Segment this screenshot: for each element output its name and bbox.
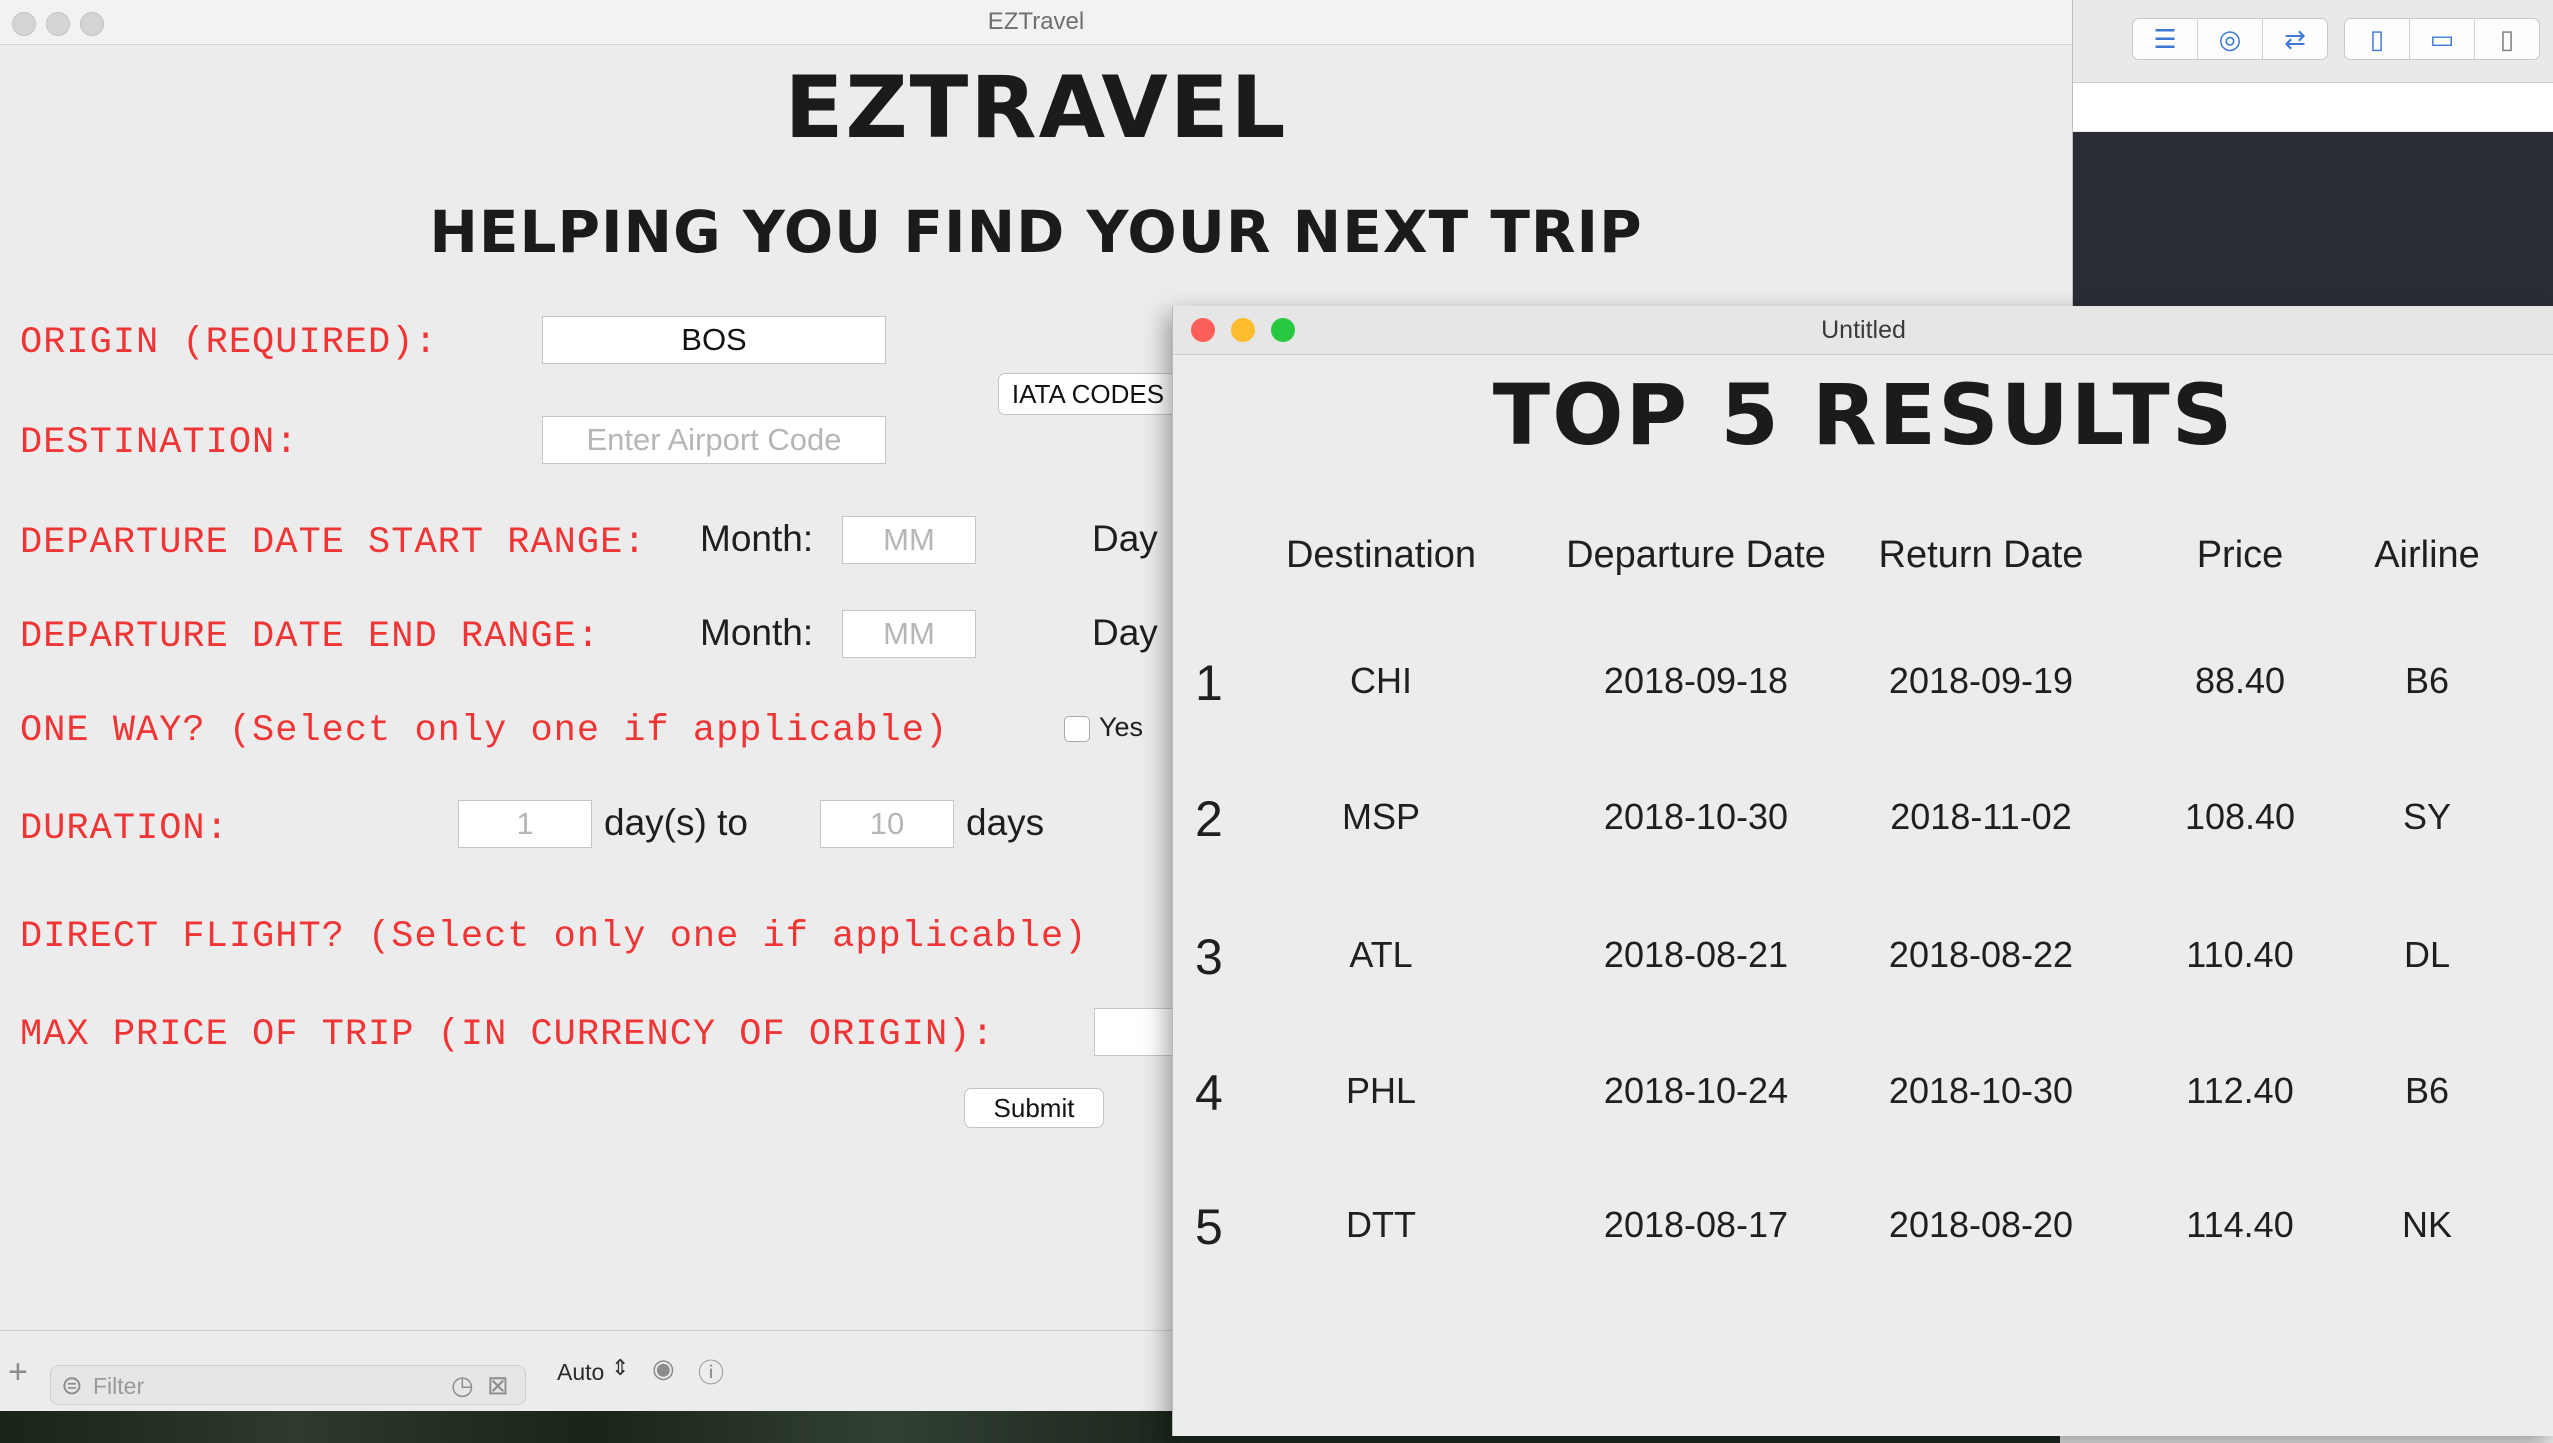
one-way-yes-checkbox[interactable] (1064, 716, 1090, 742)
start-month-input[interactable]: MM (842, 516, 976, 564)
result-departure: 2018-10-30 (1603, 796, 1789, 837)
result-rank: 2 (1195, 791, 1223, 847)
result-return: 2018-08-20 (1888, 1204, 2074, 1245)
stepper-icon[interactable]: ⇕ (611, 1355, 629, 1381)
origin-label: ORIGIN (REQUIRED): (20, 322, 438, 364)
main-titlebar: EZTravel (0, 0, 2072, 45)
end-day-label: Day (1092, 612, 1158, 653)
filter-icon: ⊜ (61, 1370, 83, 1400)
filter-field[interactable]: ⊜ Filter ◷ ⊠ (50, 1365, 526, 1405)
editor-toolbar: ☰ ◎ ⇄ ▯ ▭ ▯ (2060, 0, 2553, 83)
column-header-destination: Destination (1285, 534, 1477, 576)
column-header-airline: Airline (2374, 534, 2480, 576)
results-window: Untitled Top 5 Results Destination Depar… (1172, 306, 2553, 1436)
result-departure: 2018-08-17 (1603, 1204, 1789, 1245)
one-way-yes-label: Yes (1099, 712, 1144, 742)
text-align-icon[interactable]: ☰ (2133, 19, 2198, 59)
end-month-input[interactable]: MM (842, 610, 976, 658)
app-heading: EZTravel (784, 58, 1288, 158)
column-header-return: Return Date (1878, 534, 2084, 576)
duration-max-input[interactable]: 10 (820, 800, 954, 848)
destination-label: DESTINATION: (20, 422, 299, 464)
direct-flight-label: DIRECT FLIGHT? (Select only one if appli… (20, 916, 1088, 958)
one-way-label: ONE WAY? (Select only one if applicable) (20, 710, 949, 752)
result-airline: B6 (2404, 660, 2450, 701)
result-rank: 4 (1195, 1065, 1223, 1121)
result-departure: 2018-10-24 (1603, 1070, 1789, 1111)
editor-tabbar (2060, 83, 2553, 131)
duration-min-input[interactable]: 1 (458, 800, 592, 848)
duration-mid-label: day(s) to (604, 802, 748, 843)
result-airline: SY (2402, 796, 2452, 837)
result-rank: 3 (1195, 929, 1223, 985)
result-airline: NK (2401, 1204, 2452, 1245)
results-heading: Top 5 Results (1492, 366, 2235, 464)
result-price: 110.40 (2186, 934, 2294, 975)
result-rank: 5 (1195, 1199, 1223, 1255)
desktop-wallpaper (0, 1410, 1180, 1443)
result-departure: 2018-09-18 (1603, 660, 1789, 701)
clock-icon[interactable]: ◷ (451, 1370, 474, 1401)
right-panel-icon[interactable]: ▯ (2475, 19, 2539, 59)
end-month-label: Month: (700, 612, 814, 653)
swap-arrows-icon[interactable]: ⇄ (2263, 19, 2327, 59)
result-destination: CHI (1350, 660, 1412, 701)
bottom-panel-icon[interactable]: ▭ (2410, 19, 2475, 59)
result-airline: B6 (2404, 1070, 2450, 1111)
left-panel-icon[interactable]: ▯ (2345, 19, 2410, 59)
result-return: 2018-10-30 (1888, 1070, 2074, 1111)
editor-code-area (2060, 132, 2553, 307)
add-icon[interactable]: + (8, 1353, 28, 1392)
column-header-price: Price (2196, 534, 2284, 576)
result-return: 2018-09-19 (1888, 660, 2074, 701)
departure-start-label: DEPARTURE DATE START RANGE: (20, 522, 647, 564)
result-price: 108.40 (2184, 796, 2296, 837)
iata-codes-button[interactable]: IATA CODES (998, 373, 1178, 415)
result-price: 88.40 (2194, 660, 2286, 701)
destination-input[interactable]: Enter Airport Code (542, 416, 886, 464)
max-price-label: MAX PRICE OF TRIP (IN CURRENCY OF ORIGIN… (20, 1014, 995, 1056)
close-box-icon[interactable]: ⊠ (487, 1370, 509, 1401)
origin-input[interactable]: BOS (542, 316, 886, 364)
start-day-label: Day (1092, 518, 1158, 559)
app-subheading: Helping you find your next trip (429, 198, 1643, 266)
duration-unit-label: days (966, 802, 1045, 843)
submit-button[interactable]: Submit (964, 1088, 1104, 1128)
result-destination: ATL (1349, 934, 1413, 975)
result-rank: 1 (1195, 655, 1223, 711)
eye-icon[interactable]: ◉ (652, 1353, 675, 1384)
result-airline: DL (2403, 934, 2451, 975)
result-price: 112.40 (2186, 1070, 2294, 1111)
results-titlebar: Untitled (1173, 306, 2553, 355)
column-header-departure: Departure Date (1566, 534, 1826, 576)
result-destination: DTT (1346, 1204, 1416, 1245)
auto-label: Auto (557, 1359, 605, 1385)
result-return: 2018-11-02 (1890, 796, 2072, 837)
main-window-title: EZTravel (987, 8, 1085, 35)
info-icon[interactable]: ⓘ (698, 1353, 724, 1390)
result-return: 2018-08-22 (1888, 934, 2074, 975)
departure-end-label: DEPARTURE DATE END RANGE: (20, 616, 601, 658)
panel-toggle-segmented[interactable]: ▯ ▭ ▯ (2344, 18, 2540, 60)
result-departure: 2018-08-21 (1603, 934, 1789, 975)
result-destination: PHL (1345, 1070, 1417, 1111)
result-destination: MSP (1341, 796, 1420, 837)
results-window-title: Untitled (1821, 316, 1906, 344)
editor-mode-segmented[interactable]: ☰ ◎ ⇄ (2132, 18, 2328, 60)
result-price: 114.40 (2186, 1204, 2294, 1245)
start-month-label: Month: (700, 518, 814, 559)
duration-label: DURATION: (20, 808, 229, 850)
filter-placeholder: Filter (93, 1373, 145, 1399)
link-rings-icon[interactable]: ◎ (2198, 19, 2263, 59)
